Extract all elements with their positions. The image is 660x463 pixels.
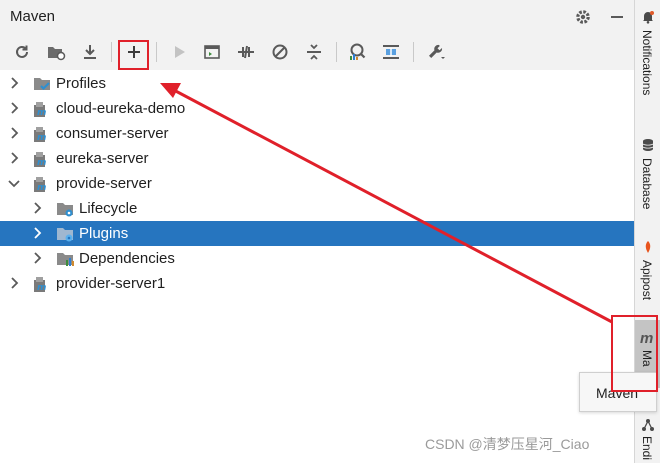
- collapse-icon[interactable]: [302, 40, 326, 64]
- tree-row-label: provide-server: [56, 175, 152, 192]
- tree-row[interactable]: Profiles: [0, 71, 634, 96]
- database-icon: [641, 138, 655, 157]
- maven-module-icon: m: [33, 125, 51, 143]
- sidebar-item-apipost[interactable]: Apipost: [635, 238, 660, 312]
- offline-icon[interactable]: [234, 40, 258, 64]
- svg-text:m: m: [37, 283, 46, 293]
- reload-icon[interactable]: [10, 40, 34, 64]
- chevron-right-icon[interactable]: [30, 201, 44, 215]
- maven-module-icon: m: [33, 275, 51, 293]
- sidebar-item-endpoints[interactable]: Endi: [635, 416, 660, 463]
- sidebar-item-label: Database: [640, 158, 654, 210]
- maven-toolbar: [0, 34, 634, 70]
- tool-window-title: Maven: [10, 8, 56, 25]
- chevron-right-icon[interactable]: [30, 251, 44, 265]
- endpoints-icon: [641, 418, 655, 437]
- tree-row[interactable]: m eureka-server: [0, 146, 634, 171]
- minus-icon[interactable]: [607, 7, 627, 27]
- wrench-icon[interactable]: [424, 40, 448, 64]
- tree-row[interactable]: m consumer-server: [0, 121, 634, 146]
- annotation-box-maven-tab: [611, 315, 658, 392]
- chevron-right-icon[interactable]: [7, 151, 21, 165]
- annotation-box-add-button: [118, 40, 149, 70]
- toolbar-separator: [336, 42, 337, 62]
- svg-text:m: m: [37, 183, 46, 193]
- tree-row[interactable]: Lifecycle: [0, 196, 634, 221]
- tree-row-label: Profiles: [56, 75, 107, 92]
- chevron-right-icon[interactable]: [30, 226, 44, 240]
- maven-module-icon: m: [33, 175, 51, 193]
- toolbar-separator: [156, 42, 157, 62]
- download-icon[interactable]: [78, 40, 102, 64]
- apipost-icon: [641, 240, 655, 259]
- sidebar-item-database[interactable]: Database: [635, 136, 660, 220]
- toolbar-separator: [111, 42, 112, 62]
- play-icon[interactable]: [167, 40, 191, 64]
- analyze-icon[interactable]: [345, 40, 369, 64]
- tree-row[interactable]: Plugins: [0, 221, 634, 246]
- chevron-right-icon[interactable]: [7, 276, 21, 290]
- tree-row-label: cloud-eureka-demo: [56, 100, 186, 117]
- sidebar-item-label: Notifications: [640, 30, 654, 96]
- svg-text:m: m: [37, 133, 46, 143]
- sidebar-item-label: Endi: [640, 436, 654, 461]
- chevron-down-icon[interactable]: [7, 176, 21, 190]
- expand-icon[interactable]: [379, 40, 403, 64]
- maven-tool-window: Maven Profiles m cloud-eureka-demo m con…: [0, 0, 634, 463]
- chevron-right-icon[interactable]: [7, 101, 21, 115]
- plugins-folder-icon: [56, 225, 74, 243]
- tree-row[interactable]: m provide-server: [0, 171, 634, 196]
- terminal-icon[interactable]: [200, 40, 224, 64]
- tree-row[interactable]: m cloud-eureka-demo: [0, 96, 634, 121]
- lifecycle-folder-icon: [56, 200, 74, 218]
- maven-module-icon: m: [33, 100, 51, 118]
- skip-icon[interactable]: [268, 40, 292, 64]
- watermark: CSDN @清梦压星河_Ciao: [425, 436, 590, 452]
- tree-row-label: Plugins: [79, 225, 129, 242]
- tool-window-header: Maven: [0, 0, 634, 34]
- tree-row[interactable]: Dependencies: [0, 246, 634, 271]
- bell-icon: [641, 10, 655, 29]
- dependencies-folder-icon: [56, 250, 74, 268]
- chevron-right-icon[interactable]: [7, 126, 21, 140]
- tree-row-label: Lifecycle: [79, 200, 138, 217]
- svg-text:m: m: [37, 158, 46, 168]
- sidebar-item-notifications[interactable]: Notifications: [635, 8, 660, 116]
- tree-row[interactable]: m provider-server1: [0, 271, 634, 296]
- gear-icon[interactable]: [573, 7, 593, 27]
- tree-row-label: provider-server1: [56, 275, 166, 292]
- toolbar-separator: [413, 42, 414, 62]
- maven-module-icon: m: [33, 150, 51, 168]
- svg-text:m: m: [37, 108, 46, 118]
- chevron-right-icon[interactable]: [7, 76, 21, 90]
- tree-row-label: consumer-server: [56, 125, 169, 142]
- profiles-folder-icon: [33, 75, 51, 93]
- sidebar-item-label: Apipost: [640, 260, 654, 301]
- tree-row-label: eureka-server: [56, 150, 149, 167]
- tree-row-label: Dependencies: [79, 250, 175, 267]
- folder-refresh-icon[interactable]: [44, 40, 68, 64]
